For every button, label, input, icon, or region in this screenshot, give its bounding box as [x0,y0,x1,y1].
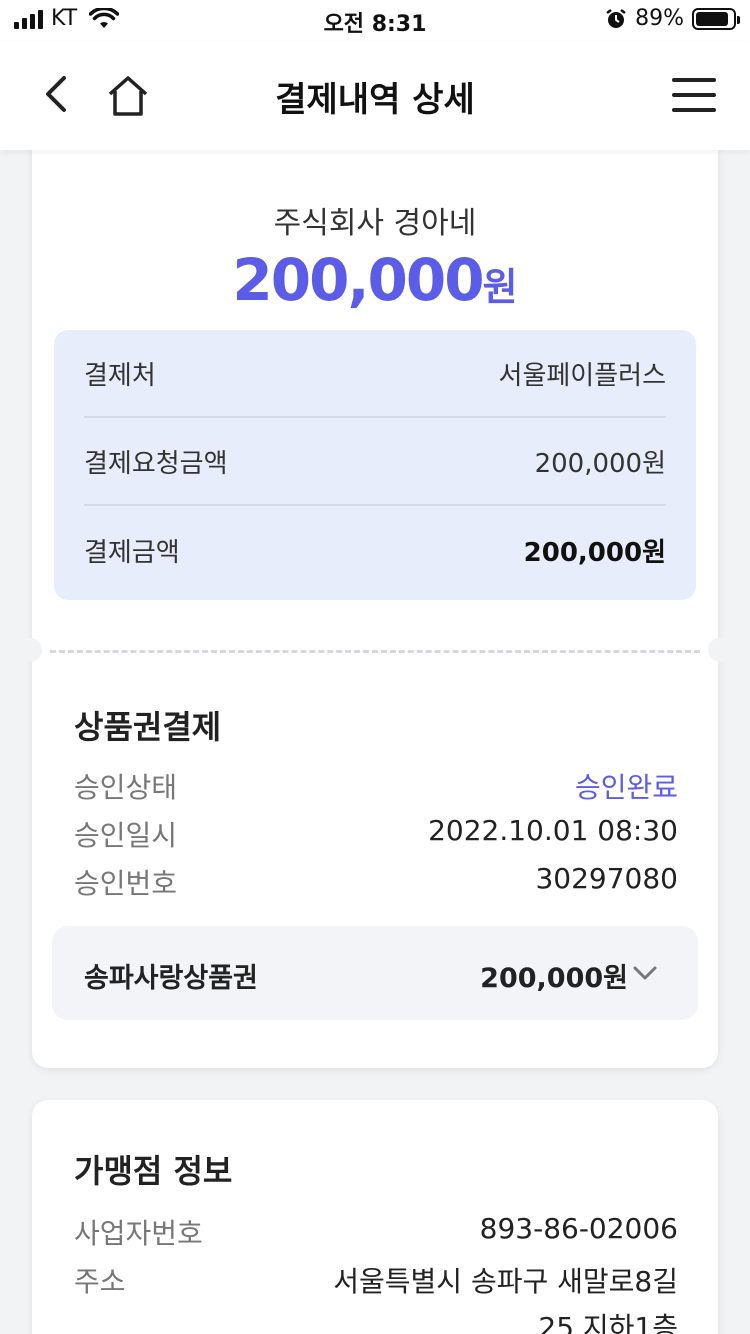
store-info-card: 가맹점 정보 사업자번호 893-86-02006 주소 서울특별시 송파구 새… [32,1100,718,1334]
battery-fill [696,11,729,26]
chevron-down-icon[interactable] [632,960,658,986]
info-value: 2022.10.01 08:30 [428,814,678,847]
info-value: 893-86-02006 [479,1212,678,1245]
dashed-divider [50,650,700,653]
info-row-approval-status: 승인상태 승인완료 [74,766,678,806]
battery-percent: 89% [635,6,684,31]
nav-bar: 결제내역 상세 [0,42,750,150]
ticket-notch-right [708,638,732,662]
battery-cap [737,15,740,24]
info-row-address: 주소 서울특별시 송파구 새말로8길 [74,1260,678,1300]
amount-unit: 원 [482,265,518,309]
approval-status-value: 승인완료 [574,771,678,804]
payment-summary: 결제처 서울페이플러스 결제요청금액 200,000원 결제금액 200,000… [54,330,696,600]
summary-value: 200,000원 [523,537,666,568]
summary-row-requested-amount: 결제요청금액 200,000원 [84,418,666,506]
summary-row-paid-amount: 결제금액 200,000원 [84,506,666,594]
status-right: 89% [605,6,740,31]
summary-label: 결제처 [84,360,156,391]
section-title-gift-payment: 상품권결제 [74,708,222,746]
battery-icon [692,7,740,30]
ticket-notch-left [18,638,42,662]
voucher-dropdown[interactable]: 송파사랑상품권 200,000원 [52,926,698,1020]
info-label: 주소 [74,1265,126,1298]
summary-label: 결제요청금액 [84,448,228,479]
payment-amount: 200,000원 [32,246,718,314]
address-line-2: 25 지하1층 [538,1311,678,1334]
payment-detail-card: 주식회사 경아네 200,000원 결제처 서울페이플러스 결제요청금액 200… [18,130,732,1068]
menu-icon[interactable] [672,78,716,112]
summary-value: 200,000원 [534,448,666,479]
info-row-approval-datetime: 승인일시 2022.10.01 08:30 [74,814,678,854]
voucher-amount: 200,000원 [480,963,628,994]
summary-value: 서울페이플러스 [498,360,666,391]
page-title: 결제내역 상세 [275,80,475,120]
section-title-store-info: 가맹점 정보 [74,1152,233,1190]
info-row-approval-number: 승인번호 30297080 [74,862,678,902]
info-row-business-number: 사업자번호 893-86-02006 [74,1212,678,1252]
status-bar: KT 오전 8:31 89% [0,0,750,42]
alarm-icon [606,8,626,28]
merchant-name: 주식회사 경아네 [273,206,477,241]
info-label: 사업자번호 [74,1217,203,1250]
voucher-name: 송파사랑상품권 [84,963,258,994]
summary-label: 결제금액 [84,537,180,568]
info-label: 승인일시 [74,819,178,852]
amount-number: 200,000 [232,246,484,314]
info-value: 30297080 [535,862,678,895]
info-label: 승인상태 [74,771,178,804]
info-label: 승인번호 [74,867,178,900]
summary-row-payee: 결제처 서울페이플러스 [84,330,666,418]
info-value: 서울특별시 송파구 새말로8길 [333,1265,678,1298]
